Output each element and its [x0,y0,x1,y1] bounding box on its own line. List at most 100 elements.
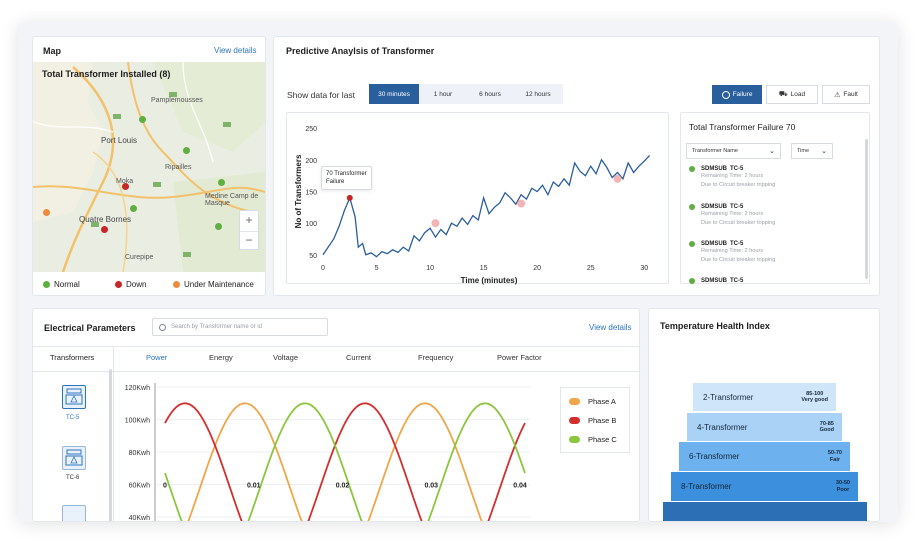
failure-list-item[interactable]: SDMSUB TC-5 [689,278,743,284]
temperature-level[interactable]: 4-Transformer 70-85 Good [687,413,842,441]
zoom-out-button[interactable]: − [240,231,258,249]
y-tick-label: 200 [305,158,317,165]
legend-maintenance: Under Maintenance [173,280,254,289]
tab-energy[interactable]: Energy [209,353,233,362]
range-1-hour[interactable]: 1 hour [419,84,467,104]
tab-power-factor[interactable]: Power Factor [497,353,542,362]
transformer-list-scrollbar[interactable] [109,369,112,521]
map-view-details-link[interactable]: View details [214,46,257,55]
time-dropdown-label: Time [797,148,810,154]
y-tick-label: 250 [305,126,317,133]
failure-item-reason: Due to Circuit breaker tripping [701,181,776,188]
tab-power[interactable]: Power [146,353,167,362]
temperature-level-bottom[interactable] [663,502,867,521]
temperature-level[interactable]: 2-Transformer 85-100 Very good [693,383,836,411]
transformer-marker-down[interactable] [101,226,108,233]
level-label: 6-Transformer [689,452,740,461]
transformer-name-dropdown[interactable]: Transformer Name ⌄ [686,143,781,159]
x-tick-label: 0.02 [336,483,350,490]
failure-list-item[interactable]: SDMSUB TC-5 Remaining Time: 2 hours Due t… [689,204,775,227]
transformer-label[interactable]: TC-5 [66,415,79,421]
electrical-view-details-link[interactable]: View details [589,323,632,332]
road-marker [183,252,191,257]
y-tick-label: 50 [309,253,317,260]
y-axis-label: No of Transformers [294,154,303,228]
search-placeholder: Search by Transformer name or id [171,324,263,330]
legend-down-label: Down [126,280,147,289]
range-12-hours[interactable]: 12 hours [513,84,563,104]
phase-c-swatch-icon [569,436,580,443]
transformer-marker-normal[interactable] [130,205,137,212]
temperature-level[interactable]: 8-Transformer 30-50 Poor [671,472,858,501]
phase-legend: Phase A Phase B Phase C [560,387,630,453]
chevron-down-icon: ⌄ [769,148,775,155]
failure-highlight-point [346,194,353,201]
failure-item-reason: Due to Circuit breaker tripping [701,219,776,226]
transformer-icon[interactable] [62,505,86,521]
level-status: Fair [829,456,840,463]
map-view[interactable]: Total Transformer Installed (8) Pamplemo… [33,62,265,272]
failure-list-scrollbar[interactable] [865,139,868,279]
status-dot-icon [689,166,695,172]
phase-b-swatch-icon [569,417,580,424]
failure-list-item[interactable]: SDMSUB TC-5 Remaining Time: 2 hours Due t… [689,166,775,189]
tab-frequency[interactable]: Frequency [418,353,453,362]
transformer-marker-normal[interactable] [215,223,222,230]
legend-normal: Normal [43,280,80,289]
transformer-icon[interactable] [62,385,86,409]
load-button[interactable]: ⛟ Load [766,85,818,104]
zoom-in-button[interactable]: + [240,211,258,231]
failure-item-reason: Due to Circuit breaker tripping [701,256,776,263]
x-tick-label: 0 [321,265,325,272]
failure-series-line [322,154,651,258]
down-dot-icon [115,281,122,288]
range-6-hours[interactable]: 6 hours [467,84,513,104]
failure-list-item[interactable]: SDMSUB TC-5 Remaining Time: 2 hours Due t… [689,241,775,264]
fault-button[interactable]: ⚠ Fault [822,85,870,104]
road-marker [153,182,161,187]
map-canvas [33,62,265,272]
phase-series-line [164,402,526,521]
failure-total-title: Total Transformer Failure 70 [689,122,796,132]
transformer-marker-down[interactable] [122,183,129,190]
clock-icon [721,90,730,99]
failure-highlight-point [431,219,440,228]
time-range-selector: 30 minutes 1 hour 6 hours 12 hours [369,84,563,104]
y-tick-label: 80Kwh [129,450,151,457]
map-place: Pamplemousses [151,97,203,104]
temperature-title: Temperature Health Index [660,321,770,331]
range-30-minutes[interactable]: 30 minutes [369,84,419,104]
transformer-search-input[interactable]: Search by Transformer name or id [152,318,328,336]
y-tick-label: 100 [305,221,317,228]
transformer-marker-normal[interactable] [139,116,146,123]
transformers-divider [113,346,114,521]
transformer-icon[interactable] [62,446,86,470]
tab-current[interactable]: Current [346,353,371,362]
power-chart: 120Kwh 100Kwh 80Kwh 60Kwh 40Kwh 0 0.01 0.02 0.03… [125,383,530,521]
transformer-name-dropdown-label: Transformer Name [692,148,738,154]
map-place: Quatre Bornes [79,215,132,224]
electrical-title: Electrical Parameters [44,323,136,333]
phase-series-line [187,402,483,521]
fault-label: Fault [843,91,858,98]
transformer-marker-normal[interactable] [218,179,225,186]
y-tick-label: 150 [305,190,317,197]
tab-voltage[interactable]: Voltage [273,353,298,362]
x-tick-label: 0 [163,483,167,490]
level-range: 30-50 [835,480,850,486]
temperature-level[interactable]: 6-Transformer 50-70 Fair [679,442,850,471]
failure-label: Failure [732,91,753,98]
zoom-control: + − [239,210,259,250]
x-tick-label: 25 [587,265,595,272]
failure-highlight-point [613,174,622,183]
transformer-marker-maintenance[interactable] [43,209,50,216]
x-tick-label: 30 [640,265,648,272]
failure-button[interactable]: Failure [712,85,762,104]
transformer-label[interactable]: TC-6 [66,475,79,481]
x-axis-label: Time (minutes) [461,276,518,285]
transformer-tc6-icon [65,449,83,466]
map-place: Medine Camp de Masque [205,193,259,207]
transformer-marker-normal[interactable] [183,147,190,154]
warning-icon: ⚠ [834,91,841,99]
time-dropdown[interactable]: Time ⌄ [791,143,833,159]
